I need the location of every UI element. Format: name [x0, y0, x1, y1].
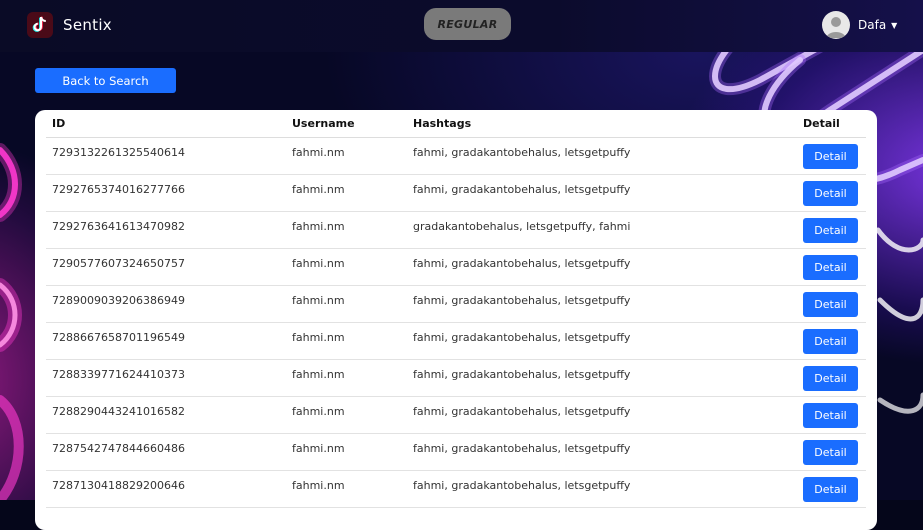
user-menu[interactable]: Dafa ▼ [822, 11, 897, 39]
column-header-username: Username [286, 110, 407, 138]
cell-username: fahmi.nm [286, 174, 407, 212]
cell-username: fahmi.nm [286, 470, 407, 508]
cell-hashtags: fahmi, gradakantobehalus, letsgetpuffy [407, 285, 797, 323]
cell-id: 7288290443241016582 [46, 396, 286, 434]
table-row: 7290577607324650757 fahmi.nm fahmi, grad… [46, 248, 866, 286]
cell-detail: Detail [797, 359, 866, 397]
cell-hashtags: fahmi, gradakantobehalus, letsgetpuffy [407, 248, 797, 286]
top-navbar: Sentix REGULAR Dafa ▼ [0, 0, 923, 52]
results-table: ID Username Hashtags Detail 729313226132… [46, 110, 866, 508]
avatar [822, 11, 850, 39]
cell-detail: Detail [797, 285, 866, 323]
cell-hashtags: fahmi, gradakantobehalus, letsgetpuffy [407, 470, 797, 508]
cell-id: 7288667658701196549 [46, 322, 286, 360]
cell-id: 7288339771624410373 [46, 359, 286, 397]
detail-button[interactable]: Detail [803, 329, 858, 354]
cell-id: 7289009039206386949 [46, 285, 286, 323]
cell-id: 7287542747844660486 [46, 433, 286, 471]
cell-hashtags: fahmi, gradakantobehalus, letsgetpuffy [407, 359, 797, 397]
table-row: 7287130418829200646 fahmi.nm fahmi, grad… [46, 470, 866, 508]
column-header-id: ID [46, 110, 286, 138]
cell-detail: Detail [797, 396, 866, 434]
cell-detail: Detail [797, 137, 866, 175]
cell-hashtags: fahmi, gradakantobehalus, letsgetpuffy [407, 322, 797, 360]
app-name: Sentix [63, 16, 112, 34]
cell-id: 7287130418829200646 [46, 470, 286, 508]
table-row: 7292765374016277766 fahmi.nm fahmi, grad… [46, 174, 866, 212]
cell-username: fahmi.nm [286, 322, 407, 360]
results-card: ID Username Hashtags Detail 729313226132… [35, 110, 877, 530]
cell-detail: Detail [797, 248, 866, 286]
column-header-hashtags: Hashtags [407, 110, 797, 138]
table-row: 7287542747844660486 fahmi.nm fahmi, grad… [46, 433, 866, 471]
table-row: 7289009039206386949 fahmi.nm fahmi, grad… [46, 285, 866, 323]
cell-username: fahmi.nm [286, 433, 407, 471]
cell-hashtags: fahmi, gradakantobehalus, letsgetpuffy [407, 137, 797, 175]
cell-id: 7290577607324650757 [46, 248, 286, 286]
cell-username: fahmi.nm [286, 211, 407, 249]
caret-down-icon: ▼ [891, 20, 898, 30]
detail-button[interactable]: Detail [803, 403, 858, 428]
table-row: 7288290443241016582 fahmi.nm fahmi, grad… [46, 396, 866, 434]
cell-username: fahmi.nm [286, 359, 407, 397]
cell-detail: Detail [797, 433, 866, 471]
cell-username: fahmi.nm [286, 396, 407, 434]
cell-username: fahmi.nm [286, 137, 407, 175]
cell-username: fahmi.nm [286, 285, 407, 323]
detail-button[interactable]: Detail [803, 477, 858, 502]
detail-button[interactable]: Detail [803, 255, 858, 280]
detail-button[interactable]: Detail [803, 292, 858, 317]
detail-button[interactable]: Detail [803, 218, 858, 243]
table-row: 7292763641613470982 fahmi.nm gradakantob… [46, 211, 866, 249]
user-icon [826, 17, 846, 38]
brand[interactable]: Sentix [27, 12, 112, 38]
table-row: 7293132261325540614 fahmi.nm fahmi, grad… [46, 137, 866, 175]
cell-hashtags: fahmi, gradakantobehalus, letsgetpuffy [407, 174, 797, 212]
plan-badge: REGULAR [424, 8, 511, 40]
tiktok-logo-icon [27, 12, 53, 38]
cell-detail: Detail [797, 174, 866, 212]
user-name: Dafa [858, 18, 887, 32]
back-to-search-button[interactable]: Back to Search [35, 68, 176, 93]
cell-id: 7292763641613470982 [46, 211, 286, 249]
cell-detail: Detail [797, 211, 866, 249]
detail-button[interactable]: Detail [803, 144, 858, 169]
cell-id: 7293132261325540614 [46, 137, 286, 175]
table-row: 7288339771624410373 fahmi.nm fahmi, grad… [46, 359, 866, 397]
detail-button[interactable]: Detail [803, 181, 858, 206]
detail-button[interactable]: Detail [803, 366, 858, 391]
cell-hashtags: fahmi, gradakantobehalus, letsgetpuffy [407, 433, 797, 471]
cell-detail: Detail [797, 470, 866, 508]
table-row: 7288667658701196549 fahmi.nm fahmi, grad… [46, 322, 866, 360]
column-header-detail: Detail [797, 110, 866, 138]
cell-hashtags: fahmi, gradakantobehalus, letsgetpuffy [407, 396, 797, 434]
detail-button[interactable]: Detail [803, 440, 858, 465]
table-header-row: ID Username Hashtags Detail [46, 110, 866, 138]
cell-hashtags: gradakantobehalus, letsgetpuffy, fahmi [407, 211, 797, 249]
cell-username: fahmi.nm [286, 248, 407, 286]
cell-id: 7292765374016277766 [46, 174, 286, 212]
cell-detail: Detail [797, 322, 866, 360]
